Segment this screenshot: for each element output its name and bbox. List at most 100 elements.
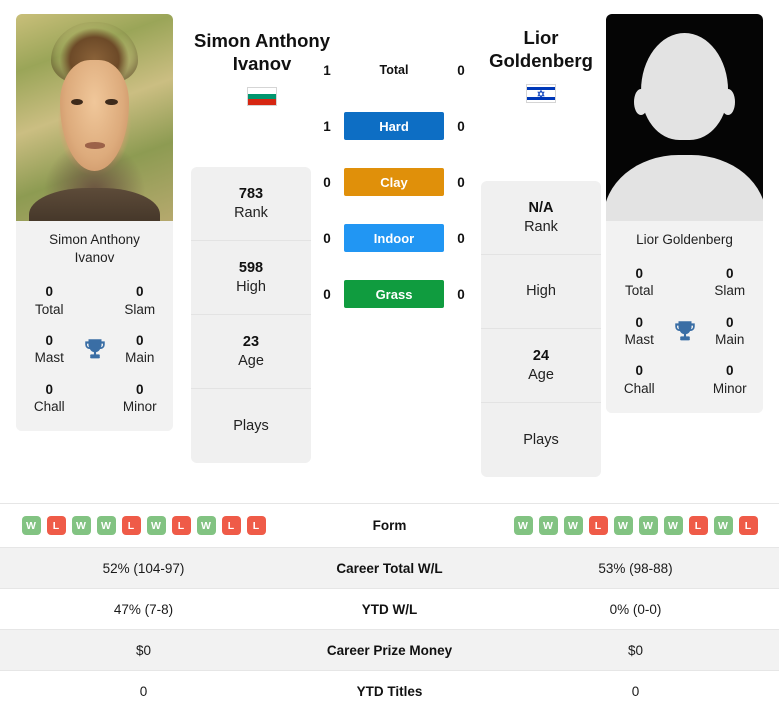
form-badge-w-5: W: [638, 516, 658, 535]
surface-indoor-left-value: 0: [323, 230, 331, 246]
player-name-left-line1: Simon Anthony: [194, 30, 330, 51]
form-badge-w-8: W: [713, 516, 733, 535]
flag-bulgaria-icon: [247, 87, 277, 107]
avatar-shoulders: [28, 187, 161, 221]
ytd-titles-left: 0: [139, 683, 148, 699]
player-card-right[interactable]: Lior Goldenberg 0 Total 0 Slam 0 Mast 0 …: [606, 14, 763, 413]
player-card-left[interactable]: Simon Anthony Ivanov 0 Total 0 Slam 0 Ma…: [16, 14, 173, 432]
titles-minor-right-value: 0: [725, 363, 734, 379]
player-name-right[interactable]: Lior Goldenberg: [455, 27, 627, 104]
titles-total-right-label: Total: [624, 283, 654, 299]
titles-total-left-value: 0: [45, 284, 53, 300]
profile-rank-left: 783 Rank: [191, 167, 311, 241]
titles-mast-right-value: 0: [635, 314, 643, 330]
profile-plays-right: Plays: [481, 403, 601, 477]
form-badge-w-6: W: [663, 516, 683, 535]
titles-chall-right-value: 0: [635, 363, 643, 379]
table-row-career-total-wl: 52% (104-97) Career Total W/L 53% (98-88…: [0, 547, 779, 588]
titles-total-left: 0 Total: [22, 283, 77, 318]
profile-high-left-label: High: [236, 278, 266, 295]
titles-total-left-label: Total: [34, 301, 64, 317]
form-badge-w-1: W: [538, 516, 558, 535]
form-badge-w-4: W: [613, 516, 633, 535]
profile-plays-left: Plays: [191, 389, 311, 463]
profile-panel-left: 783 Rank 598 High 23 Age Plays: [191, 167, 311, 463]
titles-slam-left-value: 0: [135, 284, 144, 300]
surface-clay-right-value: 0: [457, 174, 465, 190]
surface-indoor-badge[interactable]: Indoor: [344, 224, 444, 252]
titles-main-left-value: 0: [135, 332, 144, 348]
avatar-caption-left-line2: Ivanov: [74, 250, 115, 266]
titles-chall-right-label: Chall: [623, 380, 655, 396]
titles-main-right: 0 Main: [703, 314, 758, 349]
profile-rank-left-value: 783: [238, 185, 264, 202]
form-badge-l-3: L: [588, 516, 608, 535]
titles-grid-left: 0 Total 0 Slam 0 Mast 0 Main 0 Chall 0 M…: [16, 279, 173, 432]
flag-israel-icon: [526, 84, 556, 104]
form-badge-l-1: L: [46, 516, 66, 535]
form-left: WLWWLWLWLL: [0, 516, 287, 535]
titles-mast-right-label: Mast: [624, 332, 654, 348]
titles-mast-left-value: 0: [45, 332, 53, 348]
ytd-wl-left: 47% (7-8): [113, 601, 174, 617]
surface-total-left-value: 1: [323, 62, 331, 78]
form-badge-l-6: L: [171, 516, 191, 535]
titles-chall-left: 0 Chall: [22, 381, 77, 416]
surface-row-total: 1 Total 0: [318, 56, 470, 84]
trophy-icon: [667, 318, 703, 344]
surface-grass-badge[interactable]: Grass: [344, 280, 444, 308]
avatar-mouth: [85, 142, 106, 149]
profile-age-right: 24 Age: [481, 329, 601, 403]
player-comparison-page: Simon Anthony Ivanov 0 Total 0 Slam 0 Ma…: [0, 0, 779, 719]
form-badge-w-0: W: [21, 516, 41, 535]
career-prize-money-right: $0: [627, 642, 644, 658]
surface-clay-badge[interactable]: Clay: [344, 168, 444, 196]
form-badge-l-8: L: [221, 516, 241, 535]
career-prize-money-left: $0: [135, 642, 152, 658]
surface-hard-right-value: 0: [457, 118, 465, 134]
table-row-ytd-wl: 47% (7-8) YTD W/L 0% (0-0): [0, 588, 779, 629]
profile-plays-right-label: Plays: [523, 431, 559, 448]
profile-rank-right-label: Rank: [524, 218, 558, 235]
star-of-david-icon: [537, 89, 546, 98]
form-badge-l-7: L: [688, 516, 708, 535]
profile-panel-right: N/A Rank High 24 Age Plays: [481, 181, 601, 477]
titles-total-right: 0 Total: [612, 265, 667, 300]
form-badge-w-0: W: [513, 516, 533, 535]
avatar-caption-right-line1: Lior Goldenberg: [636, 232, 733, 247]
career-total-wl-left: 52% (104-97): [102, 560, 185, 576]
titles-main-right-value: 0: [725, 314, 734, 330]
surface-breakdown: 1 Total 0 1 Hard 0 0 Clay 0 0 Indoor 0 0: [318, 56, 470, 308]
table-row-form: WLWWLWLWLL Form WWWLWWWLWL: [0, 503, 779, 547]
surface-row-hard: 1 Hard 0: [318, 112, 470, 140]
profile-high-left: 598 High: [191, 241, 311, 315]
row-label-ytd-titles: YTD Titles: [356, 683, 423, 699]
titles-main-left-label: Main: [125, 350, 155, 366]
profile-rank-right-value: N/A: [528, 199, 554, 216]
form-badge-w-5: W: [146, 516, 166, 535]
form-badge-l-9: L: [246, 516, 266, 535]
avatar-caption-left-line1: Simon Anthony: [49, 232, 140, 247]
titles-minor-left-value: 0: [135, 381, 144, 397]
titles-chall-right: 0 Chall: [612, 362, 667, 397]
surface-hard-left-value: 1: [323, 118, 331, 134]
surface-total-label: Total: [379, 63, 409, 77]
silhouette-body: [606, 154, 763, 221]
titles-slam-right-value: 0: [725, 266, 734, 282]
form-right: WWWLWWWLWL: [492, 516, 779, 535]
surface-hard-badge[interactable]: Hard: [344, 112, 444, 140]
form-badge-w-2: W: [71, 516, 91, 535]
row-label-ytd-wl: YTD W/L: [361, 601, 418, 617]
titles-slam-right-label: Slam: [714, 283, 746, 299]
ytd-wl-right: 0% (0-0): [609, 601, 662, 617]
titles-slam-left: 0 Slam: [113, 283, 168, 318]
form-badge-w-2: W: [563, 516, 583, 535]
titles-slam-right: 0 Slam: [703, 265, 758, 300]
avatar-caption-left: Simon Anthony Ivanov: [16, 221, 173, 280]
titles-minor-left: 0 Minor: [113, 381, 168, 416]
titles-main-left: 0 Main: [113, 332, 168, 367]
titles-mast-left-label: Mast: [34, 350, 64, 366]
titles-chall-left-label: Chall: [33, 398, 65, 414]
table-row-career-prize-money: $0 Career Prize Money $0: [0, 629, 779, 670]
profile-age-left: 23 Age: [191, 315, 311, 389]
